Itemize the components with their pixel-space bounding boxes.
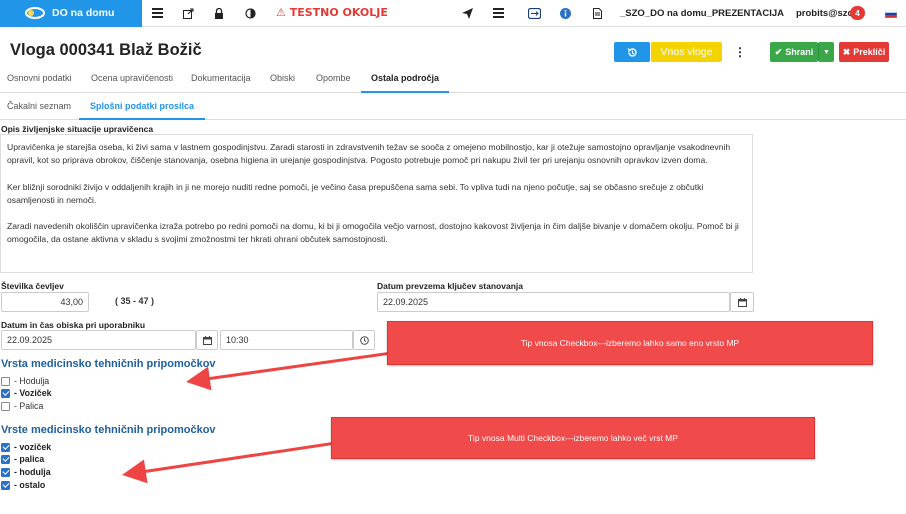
callout-single-checkbox: Tip vnosa Checkbox---izberemo lahko samo… (387, 321, 873, 365)
arrow-multi (122, 441, 337, 484)
arrow-single (186, 351, 393, 391)
callout-multi-checkbox: Tip vnosa Multi Checkbox---izberemo lahk… (331, 417, 815, 459)
